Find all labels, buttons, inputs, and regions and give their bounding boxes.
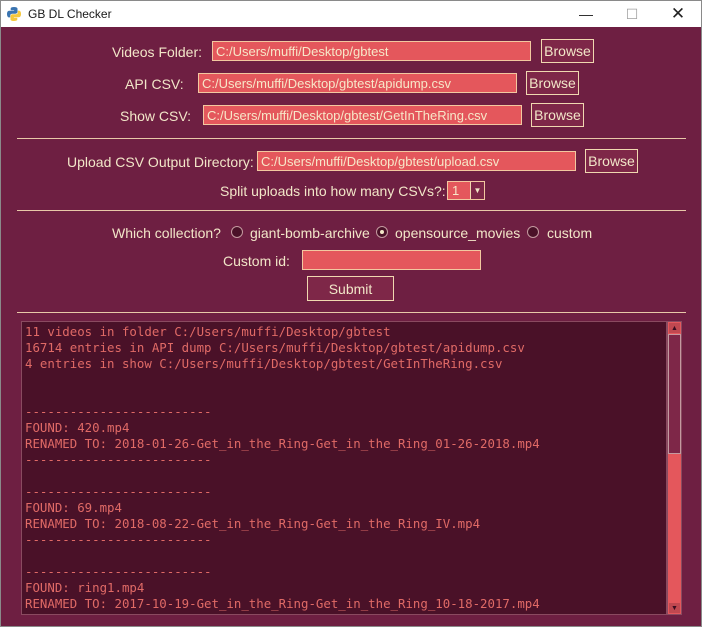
log-line: FOUND: 69.mp4 (25, 500, 122, 515)
radio-opensource-movies[interactable] (376, 226, 388, 238)
radio-giant-bomb-archive-label[interactable]: giant-bomb-archive (250, 225, 370, 241)
log-line: 11 videos in folder C:/Users/muffi/Deskt… (25, 324, 391, 339)
log-line: ------------------------- (25, 484, 212, 499)
upload-csv-browse-button[interactable]: Browse (585, 149, 638, 173)
log-line: RENAMED TO: 2018-08-22-Get_in_the_Ring-G… (25, 516, 481, 531)
app-window: GB DL Checker — ☐ ✕ Videos Folder: C:/Us… (0, 0, 702, 627)
radio-custom-label[interactable]: custom (547, 225, 592, 241)
radio-custom[interactable] (527, 226, 539, 238)
log-line: ------------------------- (25, 404, 212, 419)
log-line: RENAMED TO: 2017-10-19-Get_in_the_Ring-G… (25, 596, 540, 611)
radio-giant-bomb-archive[interactable] (231, 226, 243, 238)
close-button[interactable]: ✕ (655, 1, 701, 27)
upload-csv-input[interactable]: C:/Users/muffi/Desktop/gbtest/upload.csv (257, 151, 576, 171)
output-log[interactable]: 11 videos in folder C:/Users/muffi/Deskt… (21, 321, 667, 615)
upload-csv-label: Upload CSV Output Directory: (67, 154, 254, 170)
show-csv-browse-button[interactable]: Browse (531, 103, 584, 127)
split-count-value: 1 (452, 183, 460, 198)
maximize-button[interactable]: ☐ (609, 1, 655, 27)
log-line: 4 entries in show C:/Users/muffi/Desktop… (25, 356, 503, 371)
videos-folder-browse-button[interactable]: Browse (541, 39, 594, 63)
scrollbar-thumb[interactable] (668, 334, 681, 454)
log-line: RENAMED TO: 2018-01-26-Get_in_the_Ring-G… (25, 436, 540, 451)
split-count-select[interactable]: 1 ▼ (447, 181, 485, 200)
title-bar[interactable]: GB DL Checker — ☐ ✕ (1, 1, 701, 27)
log-line: FOUND: ring1.mp4 (25, 580, 145, 595)
log-line: FOUND: 420.mp4 (25, 420, 130, 435)
log-line: ------------------------- (25, 564, 212, 579)
separator (17, 138, 686, 139)
submit-button[interactable]: Submit (307, 276, 394, 301)
custom-id-label: Custom id: (223, 253, 290, 269)
radio-opensource-movies-label[interactable]: opensource_movies (395, 225, 520, 241)
log-line: ------------------------- (25, 532, 212, 547)
show-csv-input[interactable]: C:/Users/muffi/Desktop/gbtest/GetInTheRi… (203, 105, 522, 125)
videos-folder-label: Videos Folder: (112, 44, 203, 60)
minimize-button[interactable]: — (563, 1, 609, 27)
custom-id-input[interactable] (302, 250, 481, 270)
log-line: ------------------------- (25, 452, 212, 467)
split-label: Split uploads into how many CSVs?: (220, 183, 446, 199)
dropdown-arrow-icon[interactable]: ▼ (470, 182, 484, 199)
show-csv-label: Show CSV: (120, 108, 192, 124)
scroll-down-arrow-icon[interactable]: ▼ (669, 603, 680, 613)
separator (17, 210, 686, 211)
api-csv-input[interactable]: C:/Users/muffi/Desktop/gbtest/apidump.cs… (198, 73, 517, 93)
log-line: 16714 entries in API dump C:/Users/muffi… (25, 340, 525, 355)
window-title: GB DL Checker (28, 7, 112, 21)
python-icon (7, 7, 21, 21)
separator (17, 312, 686, 313)
log-scrollbar[interactable]: ▲ ▼ (667, 321, 682, 615)
api-csv-browse-button[interactable]: Browse (526, 71, 579, 95)
collection-label: Which collection? (112, 225, 221, 241)
videos-folder-input[interactable]: C:/Users/muffi/Desktop/gbtest (212, 41, 531, 61)
api-csv-label: API CSV: (125, 76, 184, 92)
scroll-up-arrow-icon[interactable]: ▲ (669, 323, 680, 333)
